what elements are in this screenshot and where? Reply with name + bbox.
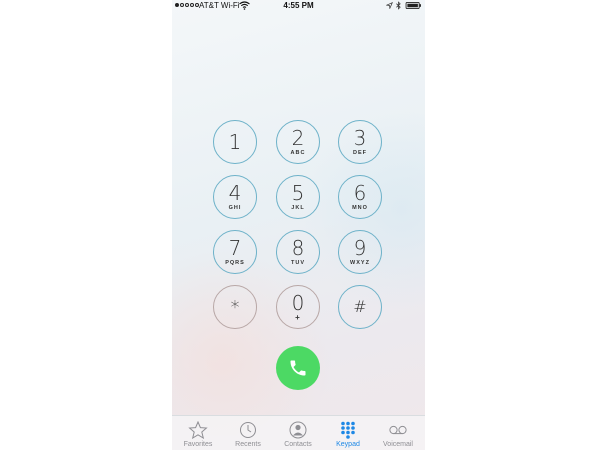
keypad-grid-icon <box>341 421 355 439</box>
key-3[interactable]: 3 DEF <box>338 120 382 164</box>
tab-label: Favorites <box>183 441 213 448</box>
tab-label: Keypad <box>336 441 360 448</box>
battery-icon <box>405 2 421 9</box>
key-2[interactable]: 2 ABC <box>276 120 320 164</box>
key-1[interactable]: 1 <box>213 120 257 164</box>
key-5[interactable]: 5 JKL <box>276 175 320 219</box>
tab-label: Contacts <box>284 441 312 448</box>
tab-label: Recents <box>235 441 261 448</box>
key-9[interactable]: 9 WXYZ <box>338 230 382 274</box>
tab-label: Voicemail <box>383 441 413 448</box>
key-letters: GHI <box>228 205 242 211</box>
call-button[interactable] <box>276 346 320 390</box>
bluetooth-icon <box>396 1 401 10</box>
key-digit: 1 <box>228 130 242 154</box>
location-icon <box>386 2 393 9</box>
phone-icon <box>290 360 306 376</box>
phone-screen: AT&T Wi-Fi 4:55 PM 1 2 ABC 3 DEF 4 GHI 5… <box>172 0 425 450</box>
tab-favorites[interactable]: Favorites <box>173 416 223 450</box>
key-digit: 8 <box>291 236 305 260</box>
key-letters: JKL <box>291 205 305 211</box>
voicemail-icon <box>389 425 407 435</box>
key-digit: 2 <box>291 126 305 150</box>
tab-keypad[interactable]: Keypad <box>323 416 373 450</box>
tab-contacts[interactable]: Contacts <box>273 416 323 450</box>
key-digit: * <box>230 297 240 318</box>
key-letters: + <box>295 313 301 322</box>
key-letters: ABC <box>290 150 306 156</box>
star-icon <box>188 421 208 439</box>
key-digit: 9 <box>353 236 367 260</box>
key-8[interactable]: 8 TUV <box>276 230 320 274</box>
status-bar: AT&T Wi-Fi 4:55 PM <box>172 0 425 14</box>
key-star[interactable]: * <box>213 285 257 329</box>
key-hash[interactable]: # <box>338 285 382 329</box>
key-4[interactable]: 4 GHI <box>213 175 257 219</box>
key-letters: TUV <box>291 260 305 266</box>
key-letters: PQRS <box>225 260 245 266</box>
clock-icon <box>240 422 256 438</box>
key-7[interactable]: 7 PQRS <box>213 230 257 274</box>
key-digit: 6 <box>353 181 367 205</box>
key-digit: # <box>353 297 367 316</box>
key-letters: DEF <box>353 150 367 156</box>
key-digit: 7 <box>228 236 242 260</box>
key-digit: 5 <box>291 181 305 205</box>
key-digit: 0 <box>291 291 305 315</box>
person-icon <box>289 421 307 439</box>
key-0[interactable]: 0 + <box>276 285 320 329</box>
key-letters: WXYZ <box>350 260 370 266</box>
tab-bar: Favorites Recents Contacts Keypad Voicem… <box>172 415 425 450</box>
key-letters: MNO <box>352 205 368 211</box>
tab-recents[interactable]: Recents <box>223 416 273 450</box>
key-6[interactable]: 6 MNO <box>338 175 382 219</box>
key-digit: 3 <box>353 126 367 150</box>
tab-voicemail[interactable]: Voicemail <box>373 416 423 450</box>
key-digit: 4 <box>228 181 242 205</box>
